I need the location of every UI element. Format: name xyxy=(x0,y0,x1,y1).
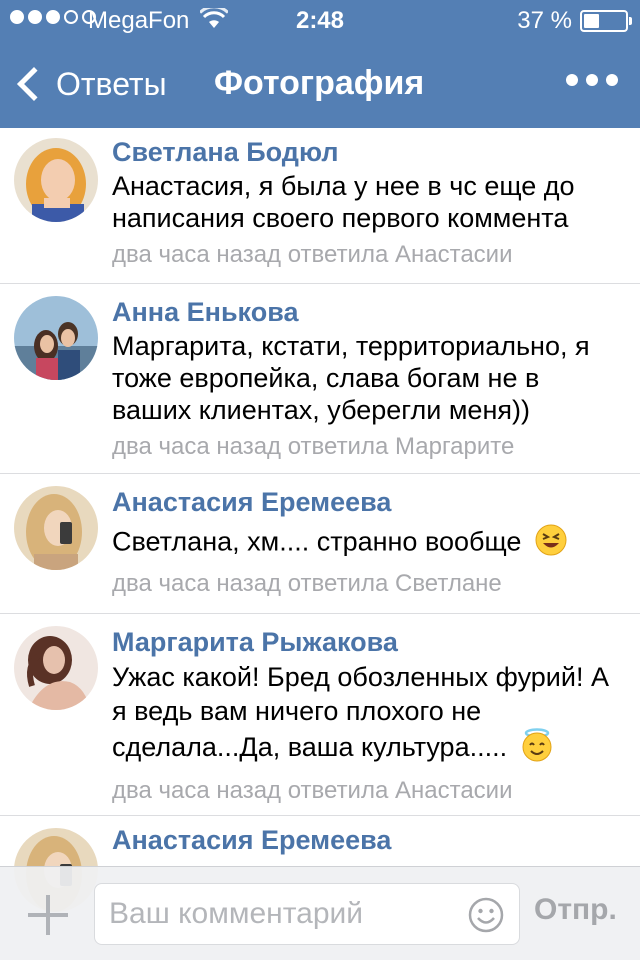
avatar[interactable] xyxy=(14,138,98,222)
comment-author[interactable]: Анна Енькова xyxy=(112,296,626,328)
comment-content: Анастасия Еремеева xyxy=(112,824,626,856)
comment-input-box xyxy=(94,883,520,945)
comment-text-body: Маргарита, кстати, территориально, я тож… xyxy=(112,331,590,425)
comment-meta: два часа назад ответила Маргарите xyxy=(112,433,515,460)
comment-content: Маргарита Рыжакова Ужас какой! Бред обоз… xyxy=(112,626,626,808)
avatar[interactable] xyxy=(14,296,98,380)
comment-item: Анна Енькова Маргарита, кстати, территор… xyxy=(0,284,640,474)
comment-text: Ужас какой! Бред обозленных фурий! А я в… xyxy=(112,660,626,770)
comment-author[interactable]: Анастасия Еремеева xyxy=(112,824,626,856)
comment-author[interactable]: Анастасия Еремеева xyxy=(112,486,626,518)
laughing-emoji-icon xyxy=(535,524,567,563)
comment-list: Светлана Бодюл Анастасия, я была у нее в… xyxy=(0,128,640,936)
avatar[interactable] xyxy=(14,486,98,570)
navigation-bar: Ответы Фотография xyxy=(0,40,640,128)
comment-text-body: Анастасия, я была у нее в чс еще до напи… xyxy=(112,171,575,233)
comment-item: Маргарита Рыжакова Ужас какой! Бред обоз… xyxy=(0,614,640,816)
page-title: Фотография xyxy=(214,64,425,102)
comment-author[interactable]: Маргарита Рыжакова xyxy=(112,626,626,658)
comment-text: Анастасия, я была у нее в чс еще до напи… xyxy=(112,170,626,234)
plus-icon[interactable] xyxy=(28,895,68,935)
chevron-left-icon xyxy=(17,67,51,101)
comment-text: Маргарита, кстати, территориально, я тож… xyxy=(112,330,626,426)
send-button[interactable]: Отпр. xyxy=(534,893,617,927)
status-bar: MegaFon 2:48 37 % xyxy=(0,0,640,40)
app-header: MegaFon 2:48 37 % Ответы Фотография xyxy=(0,0,640,128)
comment-input[interactable] xyxy=(109,892,459,936)
comment-meta: два часа назад ответила Светлане xyxy=(112,570,502,597)
comment-content: Анна Енькова Маргарита, кстати, территор… xyxy=(112,296,626,464)
smiley-icon[interactable] xyxy=(467,896,505,934)
comment-item: Анастасия Еремеева Светлана, хм.... стра… xyxy=(0,474,640,614)
comment-text: Светлана, хм.... странно вообще xyxy=(112,524,626,563)
comment-author[interactable]: Светлана Бодюл xyxy=(112,136,626,168)
back-button[interactable]: Ответы xyxy=(14,62,167,106)
comment-meta: два часа назад ответила Анастасии xyxy=(112,241,513,268)
halo-emoji-icon xyxy=(521,728,553,770)
comment-content: Светлана Бодюл Анастасия, я была у нее в… xyxy=(112,136,626,272)
battery-icon xyxy=(580,10,632,32)
battery-percent: 37 % xyxy=(517,7,572,34)
comment-meta: два часа назад ответила Анастасии xyxy=(112,777,513,804)
comment-content: Анастасия Еремеева Светлана, хм.... стра… xyxy=(112,486,626,601)
comment-item: Светлана Бодюл Анастасия, я была у нее в… xyxy=(0,128,640,284)
more-dots-icon[interactable] xyxy=(566,74,618,86)
avatar[interactable] xyxy=(14,626,98,710)
comment-composer: Отпр. xyxy=(0,866,640,960)
back-button-label: Ответы xyxy=(56,65,167,102)
comment-text-body: Светлана, хм.... странно вообще xyxy=(112,526,522,557)
